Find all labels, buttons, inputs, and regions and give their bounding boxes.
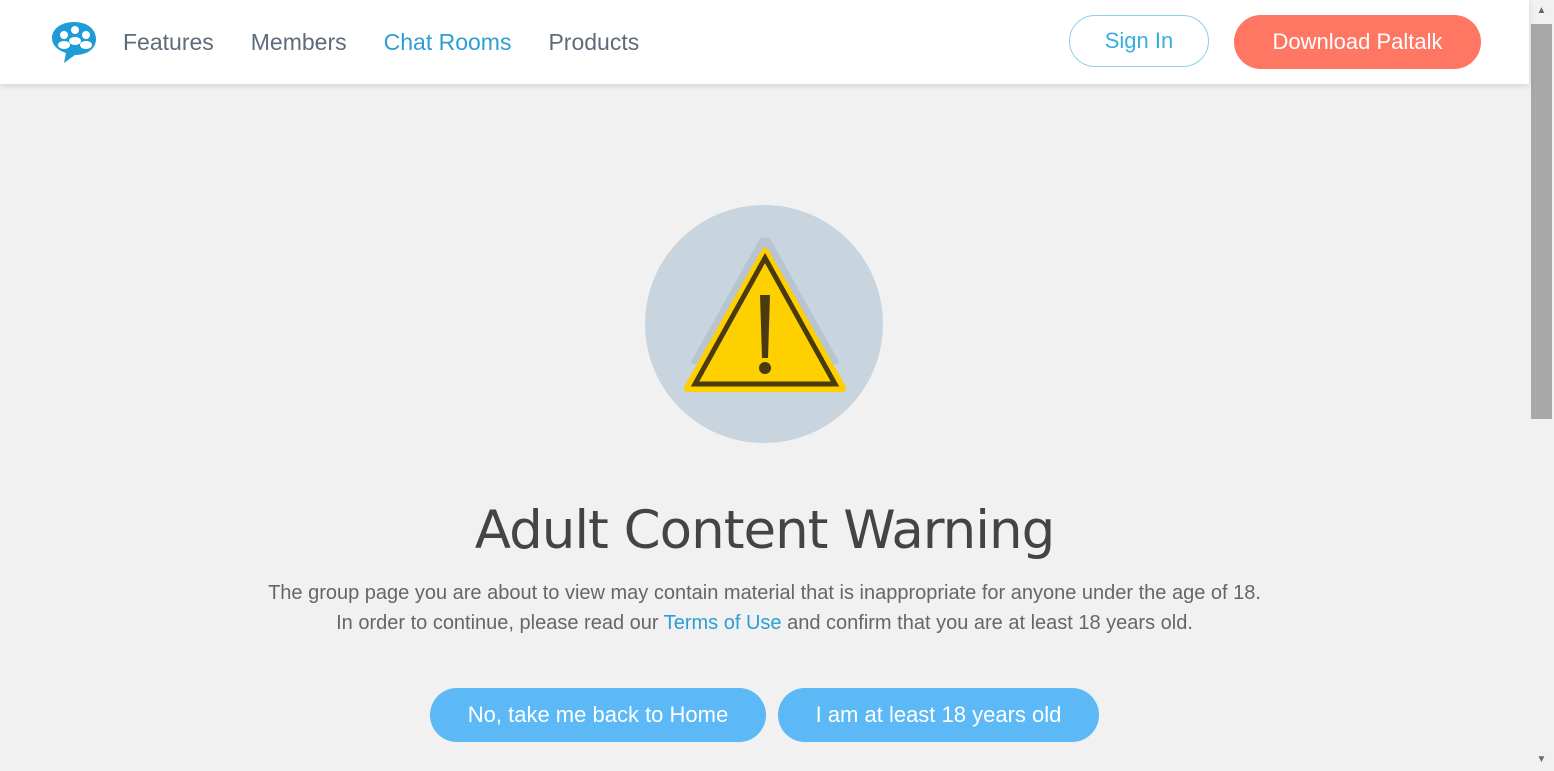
confirm-age-button[interactable]: I am at least 18 years old <box>778 688 1099 742</box>
action-buttons: No, take me back to Home I am at least 1… <box>0 688 1529 742</box>
nav-chat-rooms[interactable]: Chat Rooms <box>384 29 512 56</box>
scroll-up-arrow-icon[interactable]: ▲ <box>1529 0 1554 22</box>
download-paltalk-button[interactable]: Download Paltalk <box>1234 15 1481 69</box>
nav-products[interactable]: Products <box>548 29 639 56</box>
warning-description-line2: In order to continue, please read our Te… <box>0 612 1529 635</box>
back-to-home-button[interactable]: No, take me back to Home <box>430 688 766 742</box>
warning-triangle-icon <box>684 237 846 392</box>
site-header: Features Members Chat Rooms Products Sig… <box>0 0 1529 84</box>
page-scrollbar[interactable]: ▲ ▼ <box>1529 0 1554 771</box>
main-nav: Features Members Chat Rooms Products <box>123 0 676 84</box>
paltalk-logo-icon[interactable] <box>50 19 98 65</box>
page: Features Members Chat Rooms Products Sig… <box>0 0 1554 771</box>
description-text-after: and confirm that you are at least 18 yea… <box>781 612 1193 634</box>
terms-of-use-link[interactable]: Terms of Use <box>664 612 782 634</box>
warning-description-line1: The group page you are about to view may… <box>268 582 1261 604</box>
nav-members[interactable]: Members <box>251 29 347 56</box>
scrollbar-thumb[interactable] <box>1531 24 1552 419</box>
sign-in-button[interactable]: Sign In <box>1069 15 1209 67</box>
page-title: Adult Content Warning <box>474 500 1055 561</box>
scroll-down-arrow-icon[interactable]: ▼ <box>1529 749 1554 771</box>
nav-features[interactable]: Features <box>123 29 214 56</box>
description-text-before: In order to continue, please read our <box>336 612 664 634</box>
